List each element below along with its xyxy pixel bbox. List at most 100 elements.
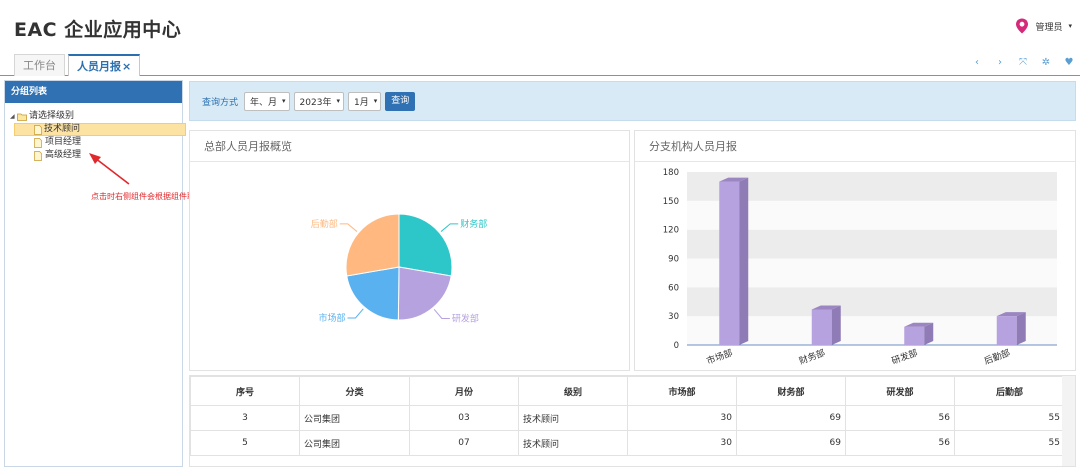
month-value: 1月 (353, 97, 369, 108)
document-icon (34, 137, 42, 148)
table-cell: 69 (736, 430, 846, 456)
col-header[interactable]: 市场部 (627, 376, 737, 406)
pie-label: 市场部 (318, 312, 345, 324)
col-header[interactable]: 序号 (190, 376, 300, 406)
tree-item-project-manager[interactable]: 项目经理 (10, 136, 186, 149)
app-title: EAC 企业应用中心 (14, 19, 182, 41)
table-cell: 56 (845, 405, 955, 431)
tab-tools: ‹ › ⤧ ✲ ♥ (972, 57, 1074, 68)
tree-item-tech-consultant[interactable]: 技术顾问 (14, 123, 186, 136)
table-scrollbar[interactable] (1062, 376, 1075, 466)
col-header[interactable]: 研发部 (845, 376, 955, 406)
user-menu[interactable]: 管理员 ▾ (1015, 18, 1072, 34)
table-cell: 55 (954, 430, 1065, 456)
fullscreen-icon[interactable]: ⤧ (1018, 57, 1028, 68)
table-cell: 07 (409, 430, 519, 456)
chevron-left-icon[interactable]: ‹ (972, 57, 982, 68)
query-mode-label: 查询方式 (202, 97, 239, 108)
chevron-down-icon: ▾ (373, 97, 378, 105)
table-cell: 技术顾问 (518, 405, 628, 431)
heart-icon[interactable]: ♥ (1064, 57, 1074, 68)
pie-slice[interactable] (397, 266, 452, 321)
app-window: EAC 企业应用中心 管理员 ▾ 工作台 人员月报× ‹ › ⤧ ✲ ♥ 分组列… (0, 0, 1080, 467)
table-cell: 55 (954, 405, 1065, 431)
pie-label-line (339, 223, 358, 232)
y-tick-label: 30 (668, 312, 679, 322)
bar[interactable] (996, 312, 1026, 345)
pie-chart-panel: 总部人员月报概览 财务部 研发部 市场部 后勤部 (189, 130, 630, 371)
caret-down-icon[interactable]: ▾ (1068, 22, 1072, 30)
tree-item-label: 高级经理 (45, 150, 82, 160)
table-cell: 03 (409, 405, 519, 431)
y-tick-label: 150 (663, 197, 679, 207)
query-mode-value: 年、月 (250, 97, 278, 108)
group-list-title: 分组列表 (5, 81, 182, 103)
table-header-row: 序号 分类 月份 级别 市场部 财务部 研发部 后勤部 (190, 376, 1065, 406)
close-icon[interactable]: × (122, 60, 131, 73)
y-tick-label: 180 (663, 168, 679, 178)
year-value: 2023年 (299, 97, 332, 108)
user-name[interactable]: 管理员 (1035, 20, 1062, 33)
gear-icon[interactable]: ✲ (1041, 57, 1051, 68)
x-tick-label: 市场部 (705, 347, 734, 368)
tab-bar: 工作台 人员月报× ‹ › ⤧ ✲ ♥ (0, 50, 1080, 76)
tab-workbench[interactable]: 工作台 (14, 54, 65, 76)
col-header[interactable]: 后勤部 (954, 376, 1065, 406)
table-cell: 30 (627, 430, 737, 456)
query-button[interactable]: 查询 (385, 91, 416, 111)
table-cell: 3 (190, 405, 300, 431)
year-select[interactable]: 2023年 ▾ (293, 91, 344, 111)
tree-root[interactable]: ◢ 请选择级别 (10, 110, 186, 123)
report-table-wrapper: 序号 分类 月份 级别 市场部 财务部 研发部 后勤部 3 公司集团 03 技术… (189, 375, 1076, 467)
bar-chart: 0 30 60 90 120 150 180 市场部 财务部 研发部 后勤部 (663, 168, 1057, 368)
bar[interactable] (904, 322, 934, 345)
expand-triangle-icon[interactable]: ◢ (10, 110, 17, 123)
col-header[interactable]: 分类 (299, 376, 410, 406)
table-cell: 技术顾问 (518, 430, 628, 456)
bar-chart-panel: 分支机构人员月报 0 30 60 90 120 150 180 市场部 财务部 研发部 后勤部 (634, 130, 1076, 371)
chevron-down-icon: ▾ (282, 97, 286, 105)
y-tick-label: 60 (668, 283, 679, 293)
tab-label: 人员月报 (77, 60, 121, 73)
table-row[interactable]: 5 公司集团 07 技术顾问 30 69 56 55 (190, 430, 1065, 456)
pie-slice[interactable] (398, 213, 453, 277)
tree-item-label: 项目经理 (45, 137, 82, 147)
pie-label-line (440, 223, 459, 232)
query-mode-select[interactable]: 年、月 ▾ (244, 91, 290, 111)
month-select[interactable]: 1月 ▾ (347, 91, 382, 111)
tab-monthly-report[interactable]: 人员月报× (68, 54, 141, 76)
x-tick-label: 研发部 (890, 347, 919, 368)
table-row[interactable]: 3 公司集团 03 技术顾问 30 69 56 55 (190, 405, 1065, 431)
col-header[interactable]: 月份 (409, 376, 519, 406)
bar[interactable] (719, 177, 749, 345)
document-icon (34, 124, 42, 135)
pie-panel-title: 总部人员月报概览 (190, 131, 629, 162)
table-cell: 69 (736, 405, 846, 431)
tree-root-label: 请选择级别 (29, 111, 75, 121)
table-cell: 56 (845, 430, 955, 456)
query-bar: 查询方式 年、月 ▾ 2023年 ▾ 1月 ▾ 查询 (189, 81, 1076, 121)
location-pin-icon (1016, 18, 1029, 34)
chevron-right-icon[interactable]: › (995, 57, 1005, 68)
pie-label: 财务部 (460, 218, 487, 230)
table-cell: 30 (627, 405, 737, 431)
y-tick-label: 120 (663, 226, 679, 236)
tab-label: 工作台 (23, 59, 56, 72)
col-header[interactable]: 财务部 (736, 376, 846, 406)
table-cell: 5 (190, 430, 300, 456)
x-tick-label: 后勤部 (982, 347, 1011, 368)
y-tick-label: 0 (674, 341, 679, 351)
report-table: 序号 分类 月份 级别 市场部 财务部 研发部 后勤部 3 公司集团 03 技术… (190, 376, 1065, 456)
col-header[interactable]: 级别 (518, 376, 628, 406)
chevron-down-icon: ▾ (336, 97, 340, 105)
pie-chart: 财务部研发部 市场部 后勤部 (311, 213, 487, 325)
group-list-panel: 分组列表 ◢ 请选择级别 技术顾问 项目经理 高级经理 (4, 80, 186, 467)
y-tick-label: 90 (668, 255, 679, 265)
pie-label-line (347, 308, 364, 319)
bar[interactable] (811, 305, 841, 345)
bar-panel-title: 分支机构人员月报 (635, 131, 1075, 162)
table-cell: 公司集团 (299, 430, 410, 456)
pie-slice[interactable] (345, 213, 400, 277)
table-cell: 公司集团 (299, 405, 410, 431)
annotation-arrow-icon (89, 153, 130, 185)
